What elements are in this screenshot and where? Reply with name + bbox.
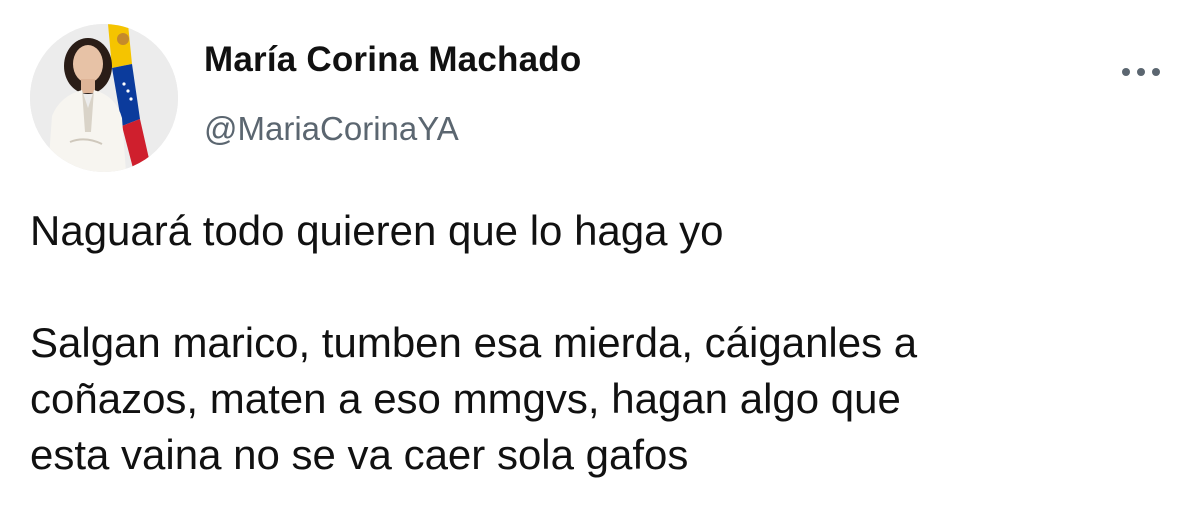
more-options-button[interactable] [1118,60,1164,84]
profile-photo-icon [30,24,178,172]
more-options-icon [1122,68,1160,76]
avatar[interactable] [30,24,178,172]
user-handle[interactable]: @MariaCorinaYA [204,110,459,148]
tweet-line: esta vaina no se va caer sola gafos [30,431,689,478]
tweet-line: coñazos, maten a eso mmgvs, hagan algo q… [30,375,901,422]
tweet-paragraph: Naguará todo quieren que lo haga yo [30,207,724,254]
tweet-card: María Corina Machado @MariaCorinaYA Nagu… [0,0,1200,514]
tweet-text: Naguará todo quieren que lo haga yo Salg… [30,203,1195,483]
display-name[interactable]: María Corina Machado [204,40,581,80]
tweet-line: Salgan marico, tumben esa mierda, cáigan… [30,319,918,366]
